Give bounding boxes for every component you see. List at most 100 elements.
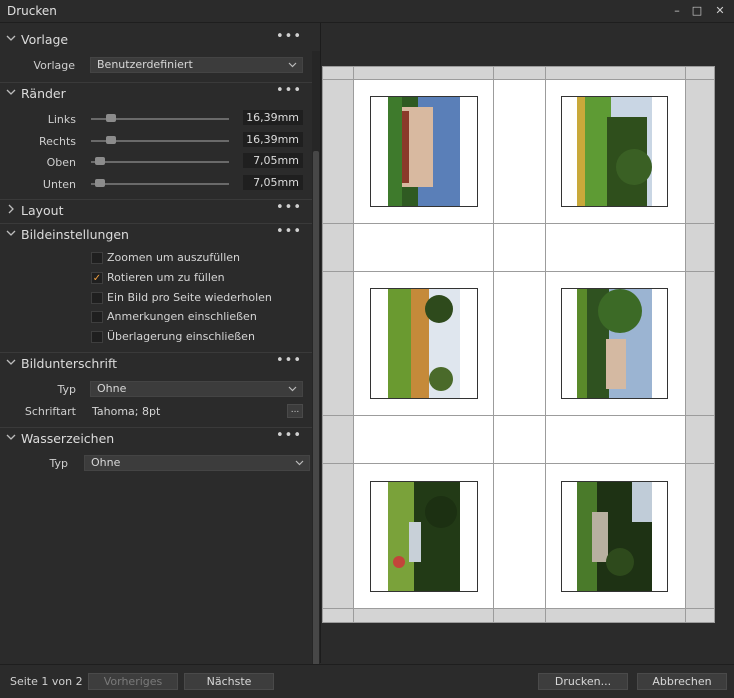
column-gutter [493,79,545,609]
margin-label-rechts: Rechts [39,135,76,148]
section-bildeinstellungen-header[interactable]: Bildeinstellungen ••• [0,223,312,246]
thumbnail-frame[interactable] [370,481,478,592]
photo-manor-house-side-rotated [577,289,652,398]
thumbnail-frame[interactable] [370,288,478,399]
grid-line [323,463,714,464]
slider-knob[interactable] [105,114,116,122]
chevron-right-icon [6,204,16,216]
watermark-typ-label: Typ [49,457,69,470]
margin-slider-oben[interactable] [91,161,229,163]
grid-line [353,67,354,622]
minimize-icon[interactable]: – [670,4,684,18]
section-title: Layout [21,203,64,218]
photo-garden-trees-rotated [577,97,652,206]
more-icon[interactable]: ••• [276,200,302,215]
checkbox-label: Ein Bild pro Seite wiederholen [107,291,272,304]
next-button[interactable]: Nächste [184,673,274,690]
chevron-down-icon [6,432,16,444]
vorlage-label: Vorlage [33,59,75,72]
section-bildunterschrift-header[interactable]: Bildunterschrift ••• [0,352,312,375]
maximize-icon[interactable]: □ [690,4,704,18]
vorlage-select[interactable]: Benutzerdefiniert [90,57,303,73]
chevron-down-icon [288,382,297,401]
chevron-down-icon [6,33,16,45]
section-wasserzeichen-header[interactable]: Wasserzeichen ••• [0,427,312,450]
chevron-down-icon [6,87,16,99]
margin-value-rechts[interactable]: 16,39mm [243,132,303,147]
chevron-down-icon [295,456,304,475]
section-title: Ränder [21,86,66,101]
margin-band-left [323,67,353,622]
print-preview [321,23,734,663]
checkbox-ein-bild[interactable] [91,292,103,304]
section-vorlage-header[interactable]: Vorlage ••• [0,29,312,51]
margin-band-right [685,67,714,622]
footer-bar: Seite 1 von 2 Vorheriges Nächste Drucken… [0,664,734,698]
margin-value-links[interactable]: 16,39mm [243,110,303,125]
margin-label-oben: Oben [46,156,76,169]
margin-value-unten[interactable]: 7,05mm [243,175,303,190]
grid-line [323,415,714,416]
preview-page [322,66,715,623]
section-title: Bildunterschrift [21,356,118,371]
photo-garden-path-rotated [388,482,460,591]
section-layout-header[interactable]: Layout ••• [0,199,312,222]
caption-typ-select[interactable]: Ohne [90,381,303,397]
settings-panel: Vorlage ••• Vorlage Benutzerdefiniert Rä… [0,23,321,685]
margin-slider-unten[interactable] [91,183,229,185]
grid-line [323,271,714,272]
section-title: Vorlage [21,32,69,47]
checkbox-label: Überlagerung einschließen [107,330,255,343]
font-picker-button[interactable]: ... [287,404,303,418]
slider-knob[interactable] [94,157,105,165]
title-bar: Drucken – □ ✕ [0,0,734,23]
slider-knob[interactable] [94,179,105,187]
photo-garden-dark-rotated [577,482,652,591]
chevron-down-icon [6,228,16,240]
panel-scrollbar[interactable] [312,51,320,685]
grid-line [493,67,494,622]
slider-knob[interactable] [105,136,116,144]
checkbox-label: Zoomen um auszufüllen [107,251,241,264]
checkmark-icon: ✓ [92,273,102,284]
grid-line [545,67,546,622]
thumbnail-frame[interactable] [561,96,668,207]
chevron-down-icon [6,357,16,369]
checkbox-label: Rotieren um zu füllen [107,271,225,284]
checkbox-ueberlagerung[interactable] [91,331,103,343]
grid-line [323,79,714,80]
margin-value-oben[interactable]: 7,05mm [243,153,303,168]
grid-line [323,223,714,224]
cancel-button[interactable]: Abbrechen [637,673,727,690]
checkbox-label: Anmerkungen einschließen [107,310,257,323]
more-icon[interactable]: ••• [276,428,302,443]
print-button[interactable]: Drucken... [538,673,628,690]
section-raender-header[interactable]: Ränder ••• [0,82,312,105]
thumbnail-frame[interactable] [561,481,668,592]
section-title: Bildeinstellungen [21,227,129,242]
grid-line [323,608,714,609]
window-title: Drucken [7,4,57,18]
more-icon[interactable]: ••• [276,29,302,44]
caption-typ-label: Typ [57,383,77,396]
checkbox-anmerkungen[interactable] [91,311,103,323]
caption-font-label: Schriftart [24,405,76,418]
previous-button[interactable]: Vorheriges [88,673,178,690]
checkbox-rotieren[interactable]: ✓ [91,272,103,284]
scrollbar-thumb[interactable] [313,151,319,671]
close-icon[interactable]: ✕ [713,4,727,18]
margin-label-links: Links [47,113,76,126]
thumbnail-frame[interactable] [561,288,668,399]
margin-band-top [323,67,714,79]
thumbnail-frame[interactable] [370,96,478,207]
more-icon[interactable]: ••• [276,353,302,368]
more-icon[interactable]: ••• [276,224,302,239]
section-title: Wasserzeichen [21,431,115,446]
photo-garden-flowers-rotated [388,289,460,398]
watermark-typ-select[interactable]: Ohne [84,455,310,471]
photo-manor-house-rotated [388,97,460,206]
more-icon[interactable]: ••• [276,83,302,98]
caption-font-value: Tahoma; 8pt [92,405,161,418]
checkbox-zoomen[interactable] [91,252,103,264]
grid-line [685,67,686,622]
